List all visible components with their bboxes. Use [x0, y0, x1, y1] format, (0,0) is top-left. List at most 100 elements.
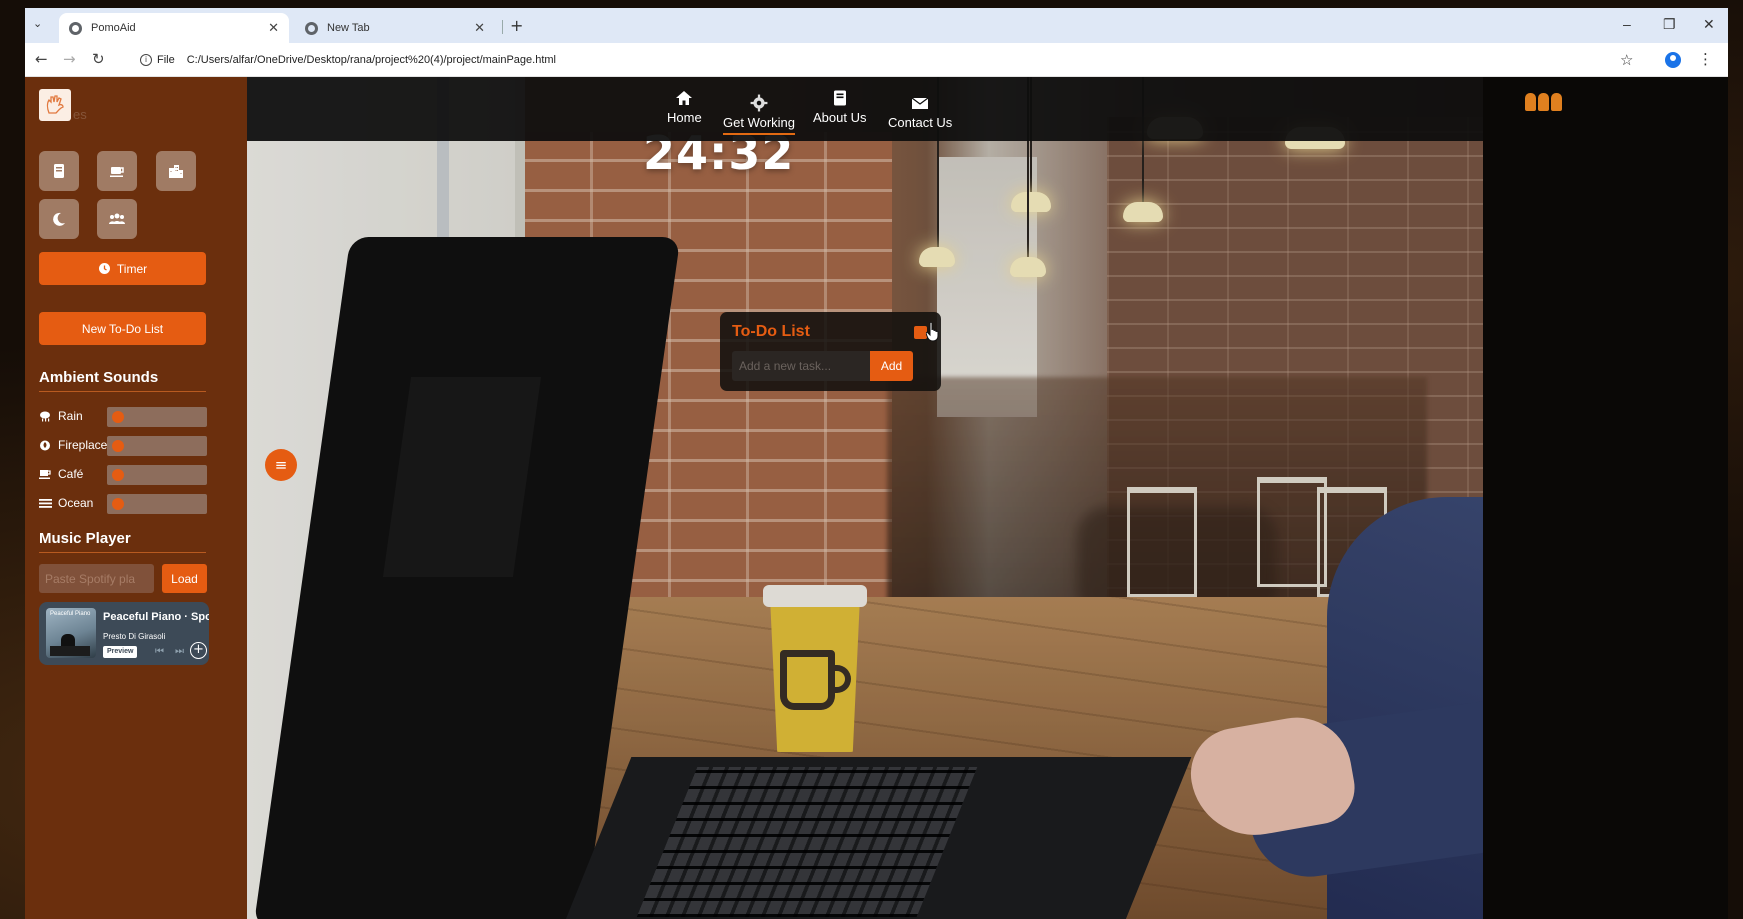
- sound-name: Fireplace: [58, 438, 108, 452]
- candle-icon: [1538, 93, 1549, 111]
- book-icon: [54, 164, 64, 178]
- timer-button-label: Timer: [116, 261, 148, 276]
- sound-row-cafe: Café: [39, 465, 209, 485]
- theme-group-button[interactable]: [97, 199, 137, 239]
- candle-icon: [1525, 93, 1536, 111]
- todo-title: To-Do List: [732, 323, 810, 340]
- cover-title: Peaceful Piano: [50, 611, 91, 617]
- spotify-playlist-input[interactable]: [39, 564, 154, 593]
- menu-kebab-icon[interactable]: ⋮: [1698, 50, 1713, 68]
- browser-toolbar: ← → ↻ i File C:/Users/alfar/OneDrive/Des…: [25, 43, 1728, 77]
- cafe-volume-slider[interactable]: [107, 465, 207, 485]
- add-to-library-icon[interactable]: +: [190, 642, 207, 659]
- next-track-icon[interactable]: ⏭: [175, 646, 184, 657]
- sound-row-ocean: Ocean: [39, 494, 209, 514]
- sound-label-fireplace: Fireplace: [39, 438, 107, 452]
- tab-strip: ⌄ PomoAid ✕ New Tab ✕ + – ❐ ✕: [25, 8, 1728, 43]
- sound-name: Rain: [58, 409, 83, 423]
- info-icon[interactable]: i: [140, 54, 152, 66]
- new-tab-icon[interactable]: +: [510, 16, 523, 35]
- people-icon: [109, 213, 125, 224]
- tab-search-icon[interactable]: ⌄: [33, 17, 42, 30]
- slider-thumb[interactable]: [112, 440, 124, 452]
- spotify-embed-player[interactable]: Peaceful Piano Peaceful Piano · Spo Pres…: [39, 602, 209, 665]
- theme-night-button[interactable]: [39, 199, 79, 239]
- url-text: C:/Users/alfar/OneDrive/Desktop/rana/pro…: [186, 54, 556, 66]
- clock-icon: [98, 263, 110, 274]
- sidebar-toggle-button[interactable]: ≡: [265, 449, 297, 481]
- coffee-icon: [110, 167, 124, 177]
- todo-add-button[interactable]: Add: [870, 351, 913, 381]
- slider-thumb[interactable]: [112, 411, 124, 423]
- fireplace-volume-slider[interactable]: [107, 436, 207, 456]
- cloud-rain-icon: [39, 410, 52, 422]
- home-icon: [676, 91, 693, 105]
- slider-thumb[interactable]: [112, 469, 124, 481]
- slider-thumb[interactable]: [112, 498, 124, 510]
- tab-label: PomoAid: [91, 22, 136, 34]
- restore-icon[interactable]: ❐: [1663, 16, 1676, 33]
- new-todo-button[interactable]: New To-Do List: [39, 312, 206, 345]
- todo-task-input[interactable]: [732, 351, 872, 381]
- playlist-cover-image: Peaceful Piano: [46, 608, 96, 658]
- ocean-volume-slider[interactable]: [107, 494, 207, 514]
- load-button[interactable]: Load: [162, 564, 207, 593]
- sound-row-rain: Rain: [39, 407, 209, 427]
- forward-icon[interactable]: →: [63, 50, 76, 68]
- address-bar[interactable]: i File C:/Users/alfar/OneDrive/Desktop/r…: [130, 47, 1585, 73]
- nav-about-us[interactable]: About Us: [813, 89, 866, 125]
- water-icon: [39, 497, 52, 509]
- sound-label-rain: Rain: [39, 409, 83, 423]
- moon-icon: [53, 212, 65, 226]
- gear-icon: [750, 94, 768, 112]
- section-divider: [39, 552, 206, 553]
- sound-name: Café: [58, 467, 84, 481]
- track-artist[interactable]: Presto Di Girasoli: [103, 632, 165, 641]
- close-icon[interactable]: ✕: [474, 20, 485, 36]
- nav-home[interactable]: Home: [667, 89, 702, 125]
- tab-pomoaid[interactable]: PomoAid ✕: [59, 13, 289, 43]
- profile-avatar-icon[interactable]: [1665, 52, 1681, 68]
- right-panel: [1483, 77, 1728, 919]
- envelope-icon: [911, 97, 929, 109]
- mouse-cursor-icon: [926, 322, 939, 342]
- page-viewport: 24:32 Home Get Working About Us Contact …: [25, 77, 1728, 919]
- nav-get-working[interactable]: Get Working: [723, 94, 796, 135]
- url-scheme: File: [157, 54, 175, 66]
- nav-contact-us[interactable]: Contact Us: [888, 94, 952, 130]
- ghost-heading-text: es: [73, 107, 87, 122]
- hand-logo-icon: [46, 95, 64, 114]
- nav-label: About Us: [813, 110, 867, 125]
- theme-study-button[interactable]: [39, 151, 79, 191]
- nav-label: Get Working: [723, 115, 796, 135]
- sound-label-cafe: Café: [39, 467, 83, 481]
- cafe-background-image: [247, 77, 1483, 919]
- timer-button[interactable]: Timer: [39, 252, 206, 285]
- browser-window: ⌄ PomoAid ✕ New Tab ✕ + – ❐ ✕ ← → ↻ i Fi…: [25, 8, 1728, 919]
- nav-label: Contact Us: [888, 115, 953, 130]
- sound-row-fireplace: Fireplace: [39, 436, 209, 456]
- back-icon[interactable]: ←: [35, 50, 48, 68]
- desktop-background: ⌄ PomoAid ✕ New Tab ✕ + – ❐ ✕ ← → ↻ i Fi…: [0, 0, 1743, 919]
- theme-city-button[interactable]: [156, 151, 196, 191]
- nav-label: Home: [667, 110, 702, 125]
- minimize-icon[interactable]: –: [1623, 16, 1631, 32]
- ambient-sounds-heading: Ambient Sounds: [39, 369, 159, 386]
- reload-icon[interactable]: ↻: [92, 50, 105, 68]
- coffee-icon: [39, 468, 52, 480]
- city-icon: [169, 165, 183, 178]
- close-icon[interactable]: ✕: [268, 20, 279, 36]
- top-navbar: Home Get Working About Us Contact Us: [247, 77, 1483, 141]
- bookmark-star-icon[interactable]: ☆: [1620, 51, 1633, 69]
- new-todo-button-label: New To-Do List: [81, 321, 164, 336]
- previous-track-icon[interactable]: ⏮: [155, 646, 164, 657]
- playlist-title[interactable]: Peaceful Piano · Spo: [103, 611, 209, 623]
- tab-new-tab[interactable]: New Tab ✕: [295, 13, 495, 43]
- app-logo[interactable]: [39, 89, 71, 121]
- sidebar: es Timer New To-Do List Ambient Sounds R…: [25, 77, 247, 919]
- rain-volume-slider[interactable]: [107, 407, 207, 427]
- candle-icon: [1551, 93, 1562, 111]
- window-close-icon[interactable]: ✕: [1703, 16, 1715, 33]
- theme-cafe-button[interactable]: [97, 151, 137, 191]
- book-icon: [833, 90, 846, 106]
